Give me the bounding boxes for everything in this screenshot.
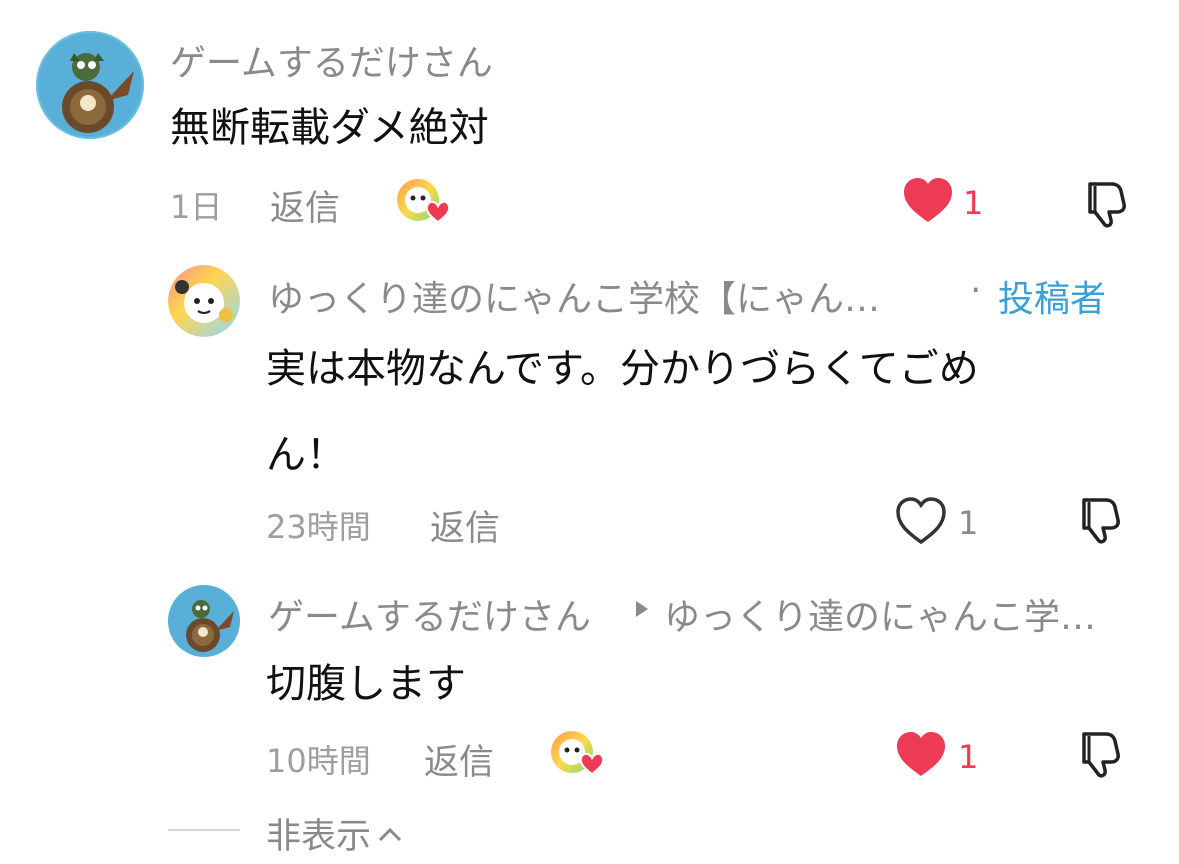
reply2-like-count: 1 [958,738,979,776]
reply2-time: 10時間 [266,742,371,780]
comment-text: 無断転載ダメ絶対 [170,105,489,151]
thumbs-down-icon [1088,182,1126,228]
reply2-avatar[interactable] [168,585,240,657]
creator-avatar-icon [168,265,240,337]
thumbs-down-icon [1082,732,1120,778]
reply2-username[interactable]: ゲームするだけさん [268,588,591,640]
reply-text-line2: ん！ [266,432,346,478]
reply2-reply-button[interactable]: 返信 [424,734,494,785]
hide-replies-label: 非表示 [266,817,372,857]
comment-like-count: 1 [963,184,984,222]
heart-filled-icon [897,732,945,776]
thumbs-down-icon [1082,498,1120,544]
creator-avatar-heart-icon [397,179,451,224]
commenter-avatar[interactable] [36,31,144,139]
separator-dot: · [970,270,982,311]
reply-reply-button[interactable]: 返信 [430,500,500,551]
reply-text-line1: 実は本物なんです。分かりづらくてごめ [266,346,979,392]
comment-reply-button[interactable]: 返信 [270,180,340,231]
avatar-character-icon [36,31,144,139]
comment-time: 1日 [170,188,223,226]
creator-badge: 投稿者 [998,279,1107,320]
heart-filled-icon [904,178,952,222]
comment-username[interactable]: ゲームするだけさん [170,34,493,86]
reply2-creator-liked-indicator [548,730,608,780]
comment-dislike-button[interactable] [1082,180,1132,230]
comment-like-button[interactable] [902,176,954,226]
hide-replies-button[interactable]: 非表示 [266,808,403,859]
reply2-reply-to[interactable]: ゆっくり達のにゃんこ学… [664,588,1096,640]
creator-liked-indicator [394,178,454,228]
reply-like-button[interactable] [895,496,947,546]
reply-avatar-creator[interactable] [168,265,240,337]
divider-line [168,829,240,831]
creator-avatar-heart-icon [551,731,605,776]
avatar-character-icon [168,585,240,657]
reply2-like-button[interactable] [895,730,947,780]
reply-arrow-icon [634,600,650,618]
chevron-up-icon [378,827,402,841]
reply2-dislike-button[interactable] [1076,730,1126,780]
reply-time: 23時間 [266,508,371,546]
reply-dislike-button[interactable] [1076,496,1126,546]
reply2-text: 切腹します [266,661,466,707]
reply-username[interactable]: ゆっくり達のにゃんこ学校【にゃん… [268,270,880,322]
reply-like-count: 1 [958,504,979,542]
heart-outline-icon [896,497,946,545]
